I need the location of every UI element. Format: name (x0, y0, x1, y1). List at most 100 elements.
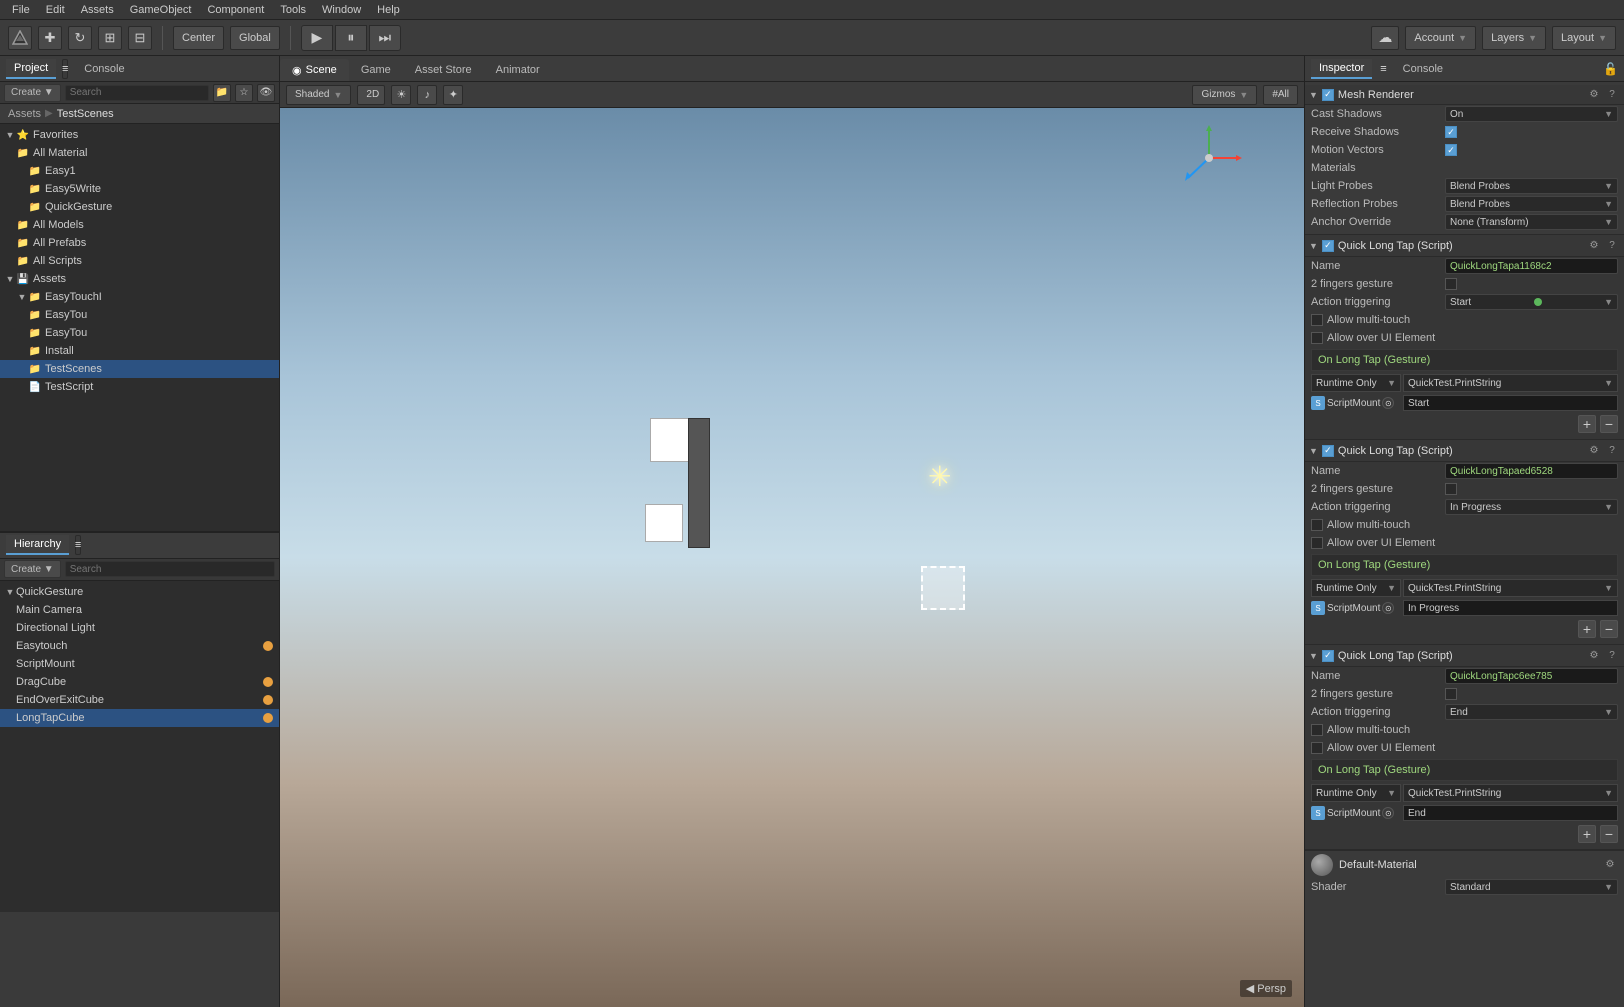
refresh-btn[interactable]: ↻ (68, 26, 92, 50)
qlt1-remove-btn[interactable]: − (1600, 415, 1618, 433)
tab-assetstore[interactable]: Asset Store (403, 59, 484, 81)
scene-cube-selected[interactable] (921, 566, 965, 610)
mesh-renderer-header[interactable]: ▼ ✓ Mesh Renderer ⚙ ? (1305, 85, 1624, 105)
favorites-header[interactable]: ▼ ⭐ Favorites (0, 126, 279, 144)
tree-quickgesture-fav[interactable]: 📁 QuickGesture (0, 198, 279, 216)
project-search[interactable] (65, 85, 209, 101)
qlt3-enabled-checkbox[interactable]: ✓ (1322, 650, 1334, 662)
qlt1-name-input[interactable]: QuickLongTapa1168c2 (1445, 258, 1618, 274)
tree-easytou-1[interactable]: 📁 EasyTou (0, 306, 279, 324)
qlt3-name-input[interactable]: QuickLongTapc6ee785 (1445, 668, 1618, 684)
qlt1-circle-btn[interactable]: ⊙ (1382, 397, 1394, 409)
tree-all-scripts[interactable]: 📁 All Scripts (0, 252, 279, 270)
qlt2-runtime-select[interactable]: Runtime Only ▼ (1311, 579, 1401, 597)
hierarchy-dragcube[interactable]: DragCube (0, 673, 279, 691)
hierarchy-endoverexitcube[interactable]: EndOverExitCube (0, 691, 279, 709)
qlt2-circle-btn[interactable]: ⊙ (1382, 602, 1394, 614)
hierarchy-menu-btn[interactable]: ≡ (75, 535, 81, 555)
audio-btn[interactable]: ♪ (417, 85, 437, 105)
qlt3-multi-touch-checkbox[interactable] (1311, 724, 1323, 736)
qlt1-add-btn[interactable]: + (1578, 415, 1596, 433)
layout-dropdown[interactable]: Layout ▼ (1552, 26, 1616, 50)
motion-vectors-checkbox[interactable]: ✓ (1445, 144, 1457, 156)
qlt1-runtime-select[interactable]: Runtime Only ▼ (1311, 374, 1401, 392)
folder-btn[interactable]: 📁 (213, 84, 231, 102)
qlt2-enabled-checkbox[interactable]: ✓ (1322, 445, 1334, 457)
account-dropdown[interactable]: Account ▼ (1405, 26, 1476, 50)
qlt1-settings-icon[interactable]: ⚙ (1586, 238, 1602, 254)
tree-install[interactable]: 📁 Install (0, 342, 279, 360)
tree-testscenes[interactable]: 📁 TestScenes (0, 360, 279, 378)
shader-dropdown[interactable]: Standard ▼ (1445, 879, 1618, 895)
step-button[interactable]: ⏭ (369, 25, 401, 51)
tree-all-material[interactable]: 📁 All Material (0, 144, 279, 162)
qlt1-multi-touch-checkbox[interactable] (1311, 314, 1323, 326)
panel-menu-btn[interactable]: ≡ (62, 59, 68, 79)
breadcrumb-testscenes[interactable]: TestScenes (57, 108, 114, 120)
create-btn[interactable]: Create ▼ (4, 84, 61, 102)
menu-gameobject[interactable]: GameObject (122, 4, 200, 16)
qlt3-settings-icon[interactable]: ⚙ (1586, 648, 1602, 664)
menu-help[interactable]: Help (369, 4, 408, 16)
lighting-btn[interactable]: ☀ (391, 85, 411, 105)
qlt3-2fingers-checkbox[interactable] (1445, 688, 1457, 700)
menu-edit[interactable]: Edit (38, 4, 73, 16)
services-btn[interactable]: ⊟ (128, 26, 152, 50)
tab-scene[interactable]: ◉ Scene (280, 59, 349, 81)
pause-button[interactable]: ⏸ (335, 25, 367, 51)
quick-long-tap-3-header[interactable]: ▼ ✓ Quick Long Tap (Script) ⚙ ? (1305, 645, 1624, 667)
pivot-btn[interactable]: Center (173, 26, 224, 50)
receive-shadows-checkbox[interactable]: ✓ (1445, 126, 1457, 138)
hierarchy-directional-light[interactable]: Directional Light (0, 619, 279, 637)
mesh-renderer-settings-icon[interactable]: ⚙ (1586, 87, 1602, 103)
qlt1-allow-over-checkbox[interactable] (1311, 332, 1323, 344)
qlt2-multi-touch-checkbox[interactable] (1311, 519, 1323, 531)
default-material-settings-icon[interactable]: ⚙ (1602, 857, 1618, 873)
menu-window[interactable]: Window (314, 4, 369, 16)
cast-shadows-dropdown[interactable]: On ▼ (1445, 106, 1618, 122)
gizmo-axes[interactable] (1169, 118, 1249, 198)
assets-header[interactable]: ▼ 💾 Assets (0, 270, 279, 288)
qlt2-action-dropdown[interactable]: In Progress ▼ (1445, 499, 1618, 515)
qlt3-func-select[interactable]: QuickTest.PrintString ▼ (1403, 784, 1618, 802)
mesh-renderer-help-icon[interactable]: ? (1604, 87, 1620, 103)
light-probes-dropdown[interactable]: Blend Probes ▼ (1445, 178, 1618, 194)
qlt1-func-select[interactable]: QuickTest.PrintString ▼ (1403, 374, 1618, 392)
hierarchy-main-camera[interactable]: Main Camera (0, 601, 279, 619)
qlt3-help-icon[interactable]: ? (1604, 648, 1620, 664)
qlt1-enabled-checkbox[interactable]: ✓ (1322, 240, 1334, 252)
cloud-button[interactable]: ☁ (1371, 26, 1399, 50)
scene-view[interactable]: ✳ ◀ Persp (280, 108, 1304, 1007)
inspector-lock-icon[interactable]: 🔓 (1603, 62, 1618, 76)
space-btn[interactable]: Global (230, 26, 280, 50)
tab-hierarchy[interactable]: Hierarchy (6, 535, 69, 555)
tab-project[interactable]: Project (6, 59, 56, 79)
qlt2-name-input[interactable]: QuickLongTapaed6528 (1445, 463, 1618, 479)
fx-btn[interactable]: ✦ (443, 85, 463, 105)
layers-dropdown[interactable]: Layers ▼ (1482, 26, 1546, 50)
hierarchy-scriptmount[interactable]: ScriptMount (0, 655, 279, 673)
tab-console[interactable]: Console (76, 59, 132, 79)
hierarchy-easytouch[interactable]: Easytouch (0, 637, 279, 655)
qlt3-remove-btn[interactable]: − (1600, 825, 1618, 843)
qlt2-allow-over-checkbox[interactable] (1311, 537, 1323, 549)
tab-game[interactable]: Game (349, 59, 403, 81)
add-component-btn[interactable]: ✚ (38, 26, 62, 50)
qlt2-help-icon[interactable]: ? (1604, 443, 1620, 459)
tree-easytouch-root[interactable]: ▼ 📁 EasyTouchI (0, 288, 279, 306)
mesh-renderer-checkbox[interactable]: ✓ (1322, 89, 1334, 101)
qlt2-2fingers-checkbox[interactable] (1445, 483, 1457, 495)
collab-btn[interactable]: ⊞ (98, 26, 122, 50)
all-layers-btn[interactable]: #All (1263, 85, 1298, 105)
qlt2-add-btn[interactable]: + (1578, 620, 1596, 638)
inspector-menu-btn[interactable]: ≡ (1380, 63, 1386, 75)
qlt3-allow-over-checkbox[interactable] (1311, 742, 1323, 754)
twod-btn[interactable]: 2D (357, 85, 385, 105)
qlt3-action-dropdown[interactable]: End ▼ (1445, 704, 1618, 720)
tab-animator[interactable]: Animator (484, 59, 552, 81)
tree-testscript[interactable]: 📄 TestScript (0, 378, 279, 396)
menu-file[interactable]: File (4, 4, 38, 16)
hierarchy-longtapcube[interactable]: LongTapCube (0, 709, 279, 727)
menu-component[interactable]: Component (199, 4, 272, 16)
menu-assets[interactable]: Assets (73, 4, 122, 16)
